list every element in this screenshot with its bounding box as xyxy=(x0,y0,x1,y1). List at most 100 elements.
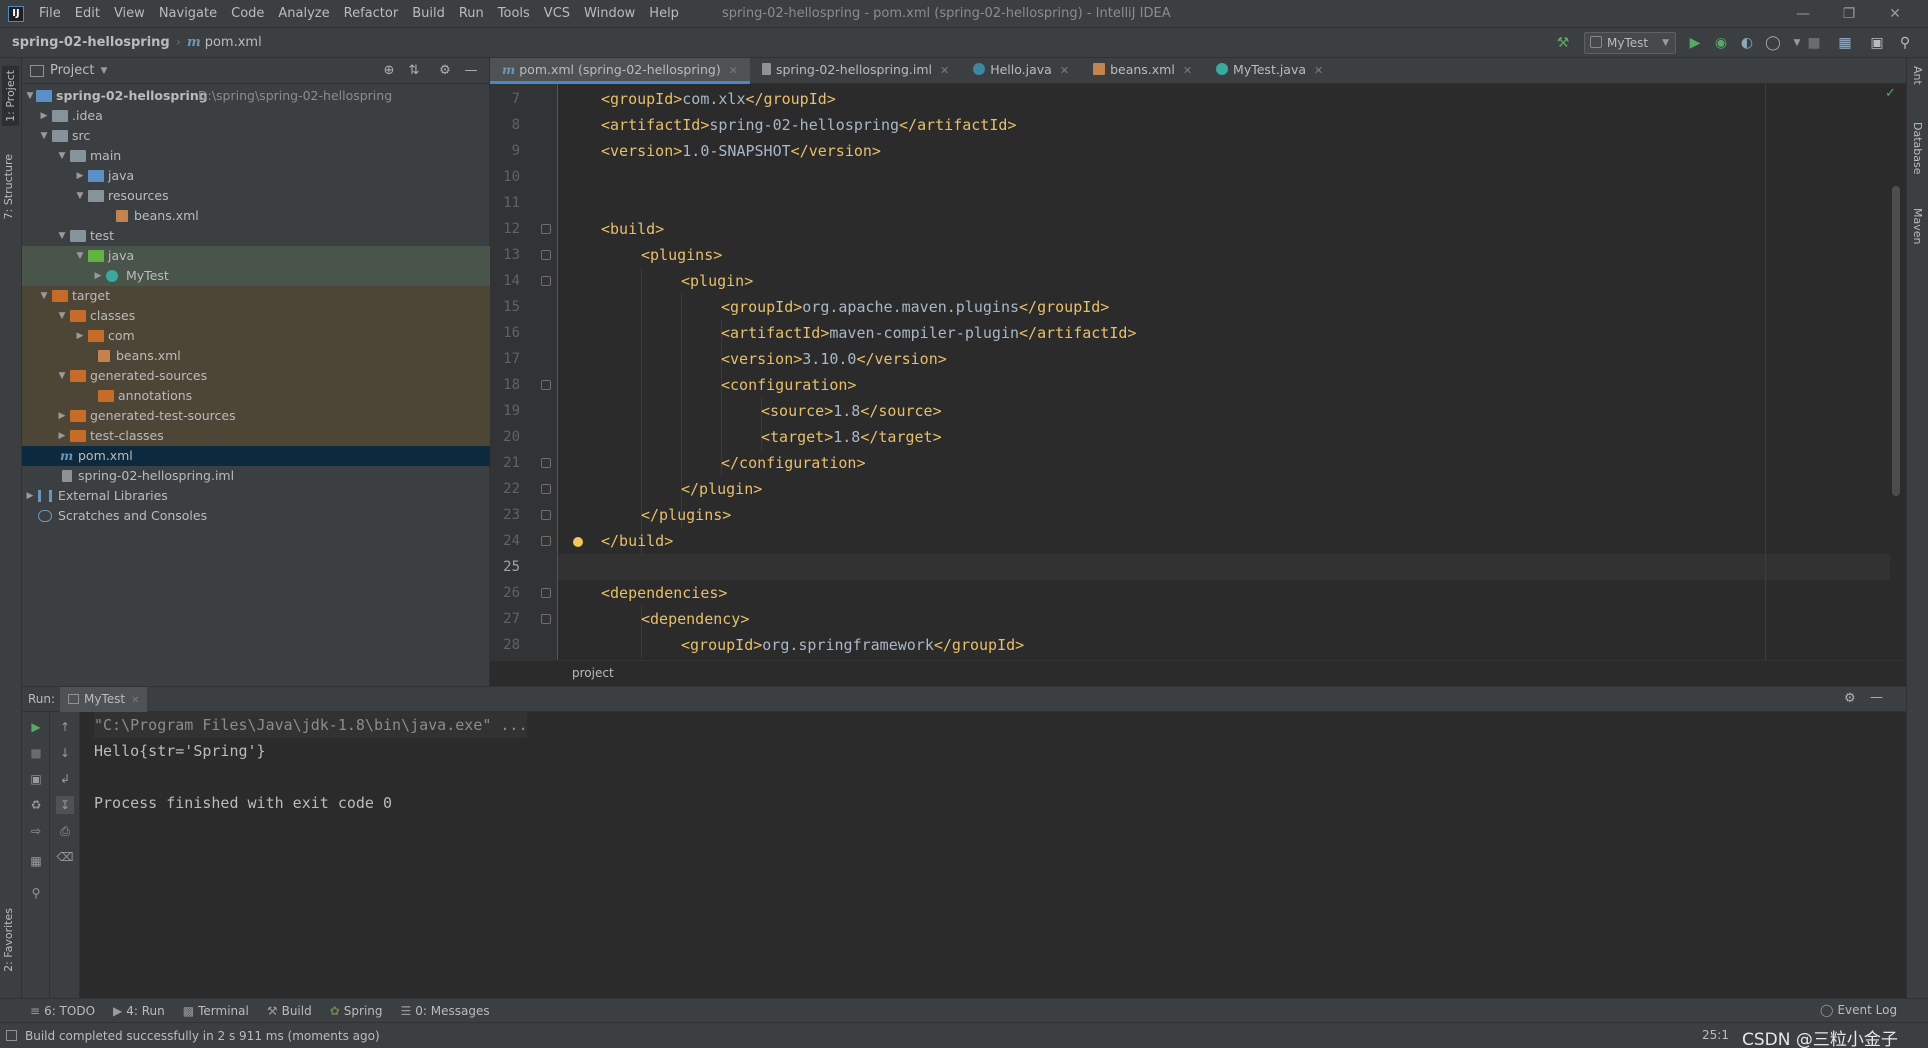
tab-maven[interactable]: Maven xyxy=(1911,208,1924,244)
tab-database[interactable]: Database xyxy=(1911,122,1924,175)
run-tab-mytest[interactable]: MyTest ✕ xyxy=(60,687,148,712)
caret-position[interactable]: 25:1 xyxy=(1702,1028,1729,1042)
profile-dropdown-icon[interactable]: ▼ xyxy=(1788,34,1806,52)
gear-icon[interactable]: ⚙ xyxy=(436,62,454,80)
menu-edit[interactable]: Edit xyxy=(68,0,107,28)
fold-marker-icon[interactable] xyxy=(541,484,551,494)
tree-item-external-libraries[interactable]: ▶ External Libraries xyxy=(22,486,490,506)
collapsed-arrow-icon[interactable]: ▶ xyxy=(56,406,68,426)
camera-icon[interactable]: ▣ xyxy=(27,770,45,788)
code-line[interactable]: <target>1.8</target> xyxy=(761,424,942,450)
tab-ant[interactable]: Ant xyxy=(1911,66,1924,85)
tree-item-scratches[interactable]: Scratches and Consoles xyxy=(22,506,490,526)
fold-marker-icon[interactable] xyxy=(541,458,551,468)
search-icon[interactable]: ⚲ xyxy=(1896,34,1914,52)
tool-terminal[interactable]: ▩ Terminal xyxy=(183,1004,249,1018)
fold-marker-icon[interactable] xyxy=(541,536,551,546)
tree-item-test-classes[interactable]: ▶ test-classes xyxy=(22,426,490,446)
tab-project[interactable]: 1: Project xyxy=(2,66,19,126)
tool-build[interactable]: ⚒ Build xyxy=(267,1004,312,1018)
expanded-arrow-icon[interactable]: ▼ xyxy=(24,86,36,106)
tab-pom-xml[interactable]: m pom.xml (spring-02-hellospring) ✕ xyxy=(490,58,750,84)
line-number[interactable]: 25 xyxy=(490,554,520,580)
rerun-icon[interactable]: ▶ xyxy=(27,718,45,736)
restore-layout-icon[interactable]: ♻ xyxy=(27,796,45,814)
expanded-arrow-icon[interactable]: ▼ xyxy=(74,246,86,266)
line-number[interactable]: 11 xyxy=(490,190,520,216)
code-line[interactable]: <version>3.10.0</version> xyxy=(721,346,947,372)
coverage-icon[interactable]: ◐ xyxy=(1738,34,1756,52)
tool-run[interactable]: ▶ 4: Run xyxy=(113,1004,165,1018)
tool-event-log[interactable]: ◯ Event Log xyxy=(1820,1003,1897,1017)
profile-icon[interactable]: ◯ xyxy=(1764,34,1782,52)
expanded-arrow-icon[interactable]: ▼ xyxy=(56,306,68,326)
line-number[interactable]: 27 xyxy=(490,606,520,632)
menu-view[interactable]: View xyxy=(107,0,152,28)
expanded-arrow-icon[interactable]: ▼ xyxy=(74,186,86,206)
code-line[interactable]: <plugins> xyxy=(641,242,722,268)
fold-marker-icon[interactable] xyxy=(541,588,551,598)
tree-item-target[interactable]: ▼ target xyxy=(22,286,490,306)
breadcrumb-project-tag[interactable]: project xyxy=(572,666,614,680)
hide-panel-icon[interactable]: — xyxy=(462,62,480,80)
close-tab-icon[interactable]: ✕ xyxy=(131,695,139,706)
run-configuration-select[interactable]: MyTest ▼ xyxy=(1584,32,1676,54)
tree-item-main-java[interactable]: ▶ java xyxy=(22,166,490,186)
code-line[interactable]: </build> xyxy=(601,528,673,554)
code-line[interactable]: <artifactId>maven-compiler-plugin</artif… xyxy=(721,320,1136,346)
tree-item-pom-xml[interactable]: m pom.xml xyxy=(22,446,490,466)
fold-marker-icon[interactable] xyxy=(541,224,551,234)
chevron-down-icon[interactable]: ▼ xyxy=(100,66,107,76)
gear-icon[interactable]: ⚙ xyxy=(1844,691,1856,706)
line-number[interactable]: 17 xyxy=(490,346,520,372)
expanded-arrow-icon[interactable]: ▼ xyxy=(56,366,68,386)
line-number[interactable]: 24 xyxy=(490,528,520,554)
fold-marker-icon[interactable] xyxy=(541,614,551,624)
collapsed-arrow-icon[interactable]: ▶ xyxy=(74,326,86,346)
editor-gutter[interactable]: 7 8 9 10 11 12 13 14 15 16 17 18 19 20 21 22 23 24 25 26 27 2… xyxy=(490,84,558,660)
exit-icon[interactable]: ⇨ xyxy=(27,822,45,840)
tree-item-generated-sources[interactable]: ▼ generated-sources xyxy=(22,366,490,386)
soft-wrap-icon[interactable]: ↲ xyxy=(56,770,74,788)
project-view-select[interactable]: Project xyxy=(50,63,94,78)
fold-marker-icon[interactable] xyxy=(541,250,551,260)
line-number[interactable]: 20 xyxy=(490,424,520,450)
tree-item-beans-xml[interactable]: beans.xml xyxy=(22,206,490,226)
code-line[interactable]: <plugin> xyxy=(681,268,753,294)
code-line[interactable]: </plugins> xyxy=(641,502,731,528)
line-number[interactable]: 21 xyxy=(490,450,520,476)
tree-item-src[interactable]: ▼ src xyxy=(22,126,490,146)
code-line[interactable]: <version>1.0-SNAPSHOT</version> xyxy=(601,138,881,164)
expanded-arrow-icon[interactable]: ▼ xyxy=(56,146,68,166)
lightbulb-icon[interactable] xyxy=(573,537,583,547)
menu-file[interactable]: File xyxy=(32,0,68,28)
locate-icon[interactable]: ⊕ xyxy=(380,62,398,80)
tree-item-idea[interactable]: ▶ .idea xyxy=(22,106,490,126)
menu-build[interactable]: Build xyxy=(405,0,452,28)
minimize-icon[interactable]: — xyxy=(1780,0,1826,28)
inspection-ok-icon[interactable]: ✓ xyxy=(1885,86,1896,101)
tree-item-classes[interactable]: ▼ classes xyxy=(22,306,490,326)
tree-item-com[interactable]: ▶ com xyxy=(22,326,490,346)
menu-refactor[interactable]: Refactor xyxy=(337,0,406,28)
tool-todo[interactable]: ≡ 6: TODO xyxy=(30,1004,95,1018)
presentation-icon[interactable]: ▣ xyxy=(1868,34,1886,52)
code-line[interactable]: <dependency> xyxy=(641,606,749,632)
tree-item-target-beans-xml[interactable]: beans.xml xyxy=(22,346,490,366)
print-icon[interactable]: ⎙ xyxy=(56,822,74,840)
close-tab-icon[interactable]: ✕ xyxy=(1183,64,1192,77)
tree-item-generated-test-sources[interactable]: ▶ generated-test-sources xyxy=(22,406,490,426)
line-number[interactable]: 13 xyxy=(490,242,520,268)
build-hammer-icon[interactable]: ⚒ xyxy=(1554,34,1572,52)
fold-marker-icon[interactable] xyxy=(541,510,551,520)
fold-marker-icon[interactable] xyxy=(541,380,551,390)
hide-panel-icon[interactable]: — xyxy=(1870,690,1883,705)
line-number[interactable]: 26 xyxy=(490,580,520,606)
menu-window[interactable]: Window xyxy=(577,0,642,28)
tree-item-project-root[interactable]: ▼ spring-02-hellospring D:\spring\spring… xyxy=(22,86,490,106)
tab-hello-java[interactable]: Hello.java ✕ xyxy=(961,58,1081,84)
close-window-icon[interactable]: ✕ xyxy=(1872,0,1918,28)
line-number[interactable]: 12 xyxy=(490,216,520,242)
collapsed-arrow-icon[interactable]: ▶ xyxy=(38,106,50,126)
menu-analyze[interactable]: Analyze xyxy=(271,0,336,28)
